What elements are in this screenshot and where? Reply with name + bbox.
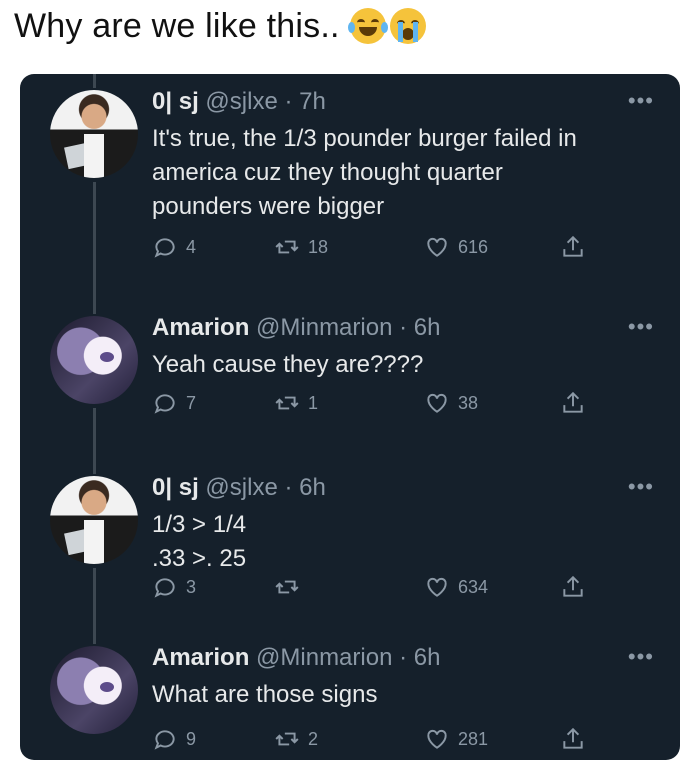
reply-button[interactable]: 9 [152, 726, 196, 752]
heart-icon [427, 577, 447, 597]
share-button[interactable] [560, 574, 586, 600]
more-options-icon[interactable]: ••• [628, 88, 654, 114]
share-button[interactable] [560, 726, 586, 752]
user-handle[interactable]: @Minmarion [256, 314, 392, 341]
laughing-crying-emoji-icon [347, 8, 388, 44]
tweet-time: · 7h [284, 88, 326, 115]
reply-icon [154, 730, 175, 750]
retweet-icon [275, 396, 299, 410]
tweet-text-line: Yeah cause they are???? [152, 351, 424, 378]
share-icon [563, 727, 583, 749]
reply-icon [154, 394, 175, 414]
thread-line [93, 300, 96, 314]
caption-emojis [347, 8, 426, 44]
tweet-header: Amarion @Minmarion · 6h [152, 314, 440, 342]
tweet[interactable]: 0| sj @sjlxe · 6h ••• 1/3 > 1/4 .33 >. 2… [20, 460, 680, 630]
avatar[interactable] [50, 476, 138, 564]
user-handle[interactable]: @sjlxe [205, 88, 277, 115]
like-button[interactable]: 634 [424, 574, 488, 600]
tweet-text: 1/3 > 1/4 .33 >. 25 [152, 508, 652, 576]
meme-caption: Why are we like this.. [14, 0, 426, 52]
reply-button[interactable]: 7 [152, 390, 196, 416]
retweet-icon [275, 580, 299, 594]
reply-icon [154, 578, 175, 598]
share-icon [563, 575, 583, 597]
tweet[interactable]: 0| sj @sjlxe · 7h ••• It's true, the 1/3… [20, 74, 680, 300]
like-button[interactable]: 38 [424, 390, 478, 416]
like-count: 38 [458, 392, 479, 413]
tweet-header: Amarion @Minmarion · 6h [152, 644, 440, 672]
thread-line [93, 408, 96, 460]
more-options-icon[interactable]: ••• [628, 474, 654, 500]
retweet-button[interactable]: 18 [274, 234, 328, 260]
avatar[interactable] [50, 646, 138, 734]
retweet-icon [275, 732, 299, 746]
tweet-actions: 9 2 281 [152, 726, 612, 756]
tweet[interactable]: Amarion @Minmarion · 6h ••• What are tho… [20, 630, 680, 760]
thread-line [93, 568, 96, 630]
like-button[interactable]: 281 [424, 726, 488, 752]
avatar[interactable] [50, 90, 138, 178]
tweet-time: · 6h [284, 474, 326, 501]
heart-icon [427, 393, 447, 413]
tweet-text-line: pounders were bigger [152, 193, 385, 220]
heart-icon [427, 237, 447, 257]
user-handle[interactable]: @sjlxe [205, 474, 277, 501]
reply-count: 9 [186, 728, 197, 749]
loudly-crying-emoji-icon [389, 8, 426, 44]
display-name[interactable]: 0| sj [152, 474, 199, 501]
heart-icon [427, 729, 447, 749]
reply-count: 3 [186, 576, 197, 597]
tweet-text-line: It's true, the 1/3 pounder burger failed… [152, 125, 577, 152]
reply-button[interactable]: 4 [152, 234, 196, 260]
more-options-icon[interactable]: ••• [628, 314, 654, 340]
thread-line [93, 460, 96, 474]
retweet-button[interactable]: 1 [274, 390, 318, 416]
retweet-count: 2 [308, 728, 319, 749]
display-name[interactable]: Amarion [152, 314, 249, 341]
tweet-text-line: What are those signs [152, 681, 378, 708]
user-handle[interactable]: @Minmarion [256, 644, 392, 671]
display-name[interactable]: Amarion [152, 644, 249, 671]
like-count: 616 [458, 236, 489, 257]
tweet-time: · 6h [399, 644, 441, 671]
reply-icon [154, 238, 175, 258]
reply-button[interactable]: 3 [152, 574, 196, 600]
retweet-count: 18 [308, 236, 329, 257]
tweet-thread: 0| sj @sjlxe · 7h ••• It's true, the 1/3… [20, 74, 680, 760]
reply-count: 4 [186, 236, 197, 257]
share-button[interactable] [560, 390, 586, 416]
tweet-header: 0| sj @sjlxe · 7h [152, 88, 326, 116]
like-count: 281 [458, 728, 489, 749]
thread-line [93, 630, 96, 644]
thread-line [93, 74, 96, 88]
display-name[interactable]: 0| sj [152, 88, 199, 115]
avatar[interactable] [50, 316, 138, 404]
share-icon [563, 391, 583, 413]
like-button[interactable]: 616 [424, 234, 488, 260]
retweet-button[interactable] [274, 574, 308, 600]
tweet-text-line: 1/3 > 1/4 [152, 511, 247, 538]
retweet-icon [275, 240, 299, 254]
share-button[interactable] [560, 234, 586, 260]
tweet-text: What are those signs [152, 678, 652, 712]
tweet-actions: 4 18 616 [152, 234, 612, 264]
tweet-text: Yeah cause they are???? [152, 348, 652, 382]
retweet-count: 1 [308, 392, 319, 413]
more-options-icon[interactable]: ••• [628, 644, 654, 670]
tweet-time: · 6h [399, 314, 441, 341]
caption-text: Why are we like this.. [14, 6, 340, 45]
retweet-button[interactable]: 2 [274, 726, 318, 752]
tweet[interactable]: Amarion @Minmarion · 6h ••• Yeah cause t… [20, 300, 680, 460]
reply-count: 7 [186, 392, 197, 413]
tweet-text: It's true, the 1/3 pounder burger failed… [152, 122, 652, 224]
thread-line [93, 182, 96, 300]
like-count: 634 [458, 576, 489, 597]
tweet-actions: 7 1 38 [152, 390, 612, 420]
tweet-header: 0| sj @sjlxe · 6h [152, 474, 326, 502]
share-icon [563, 235, 583, 257]
tweet-text-line: america cuz they thought quarter [152, 159, 503, 186]
tweet-actions: 3 634 [152, 574, 612, 604]
tweet-text-line: .33 >. 25 [152, 545, 247, 572]
